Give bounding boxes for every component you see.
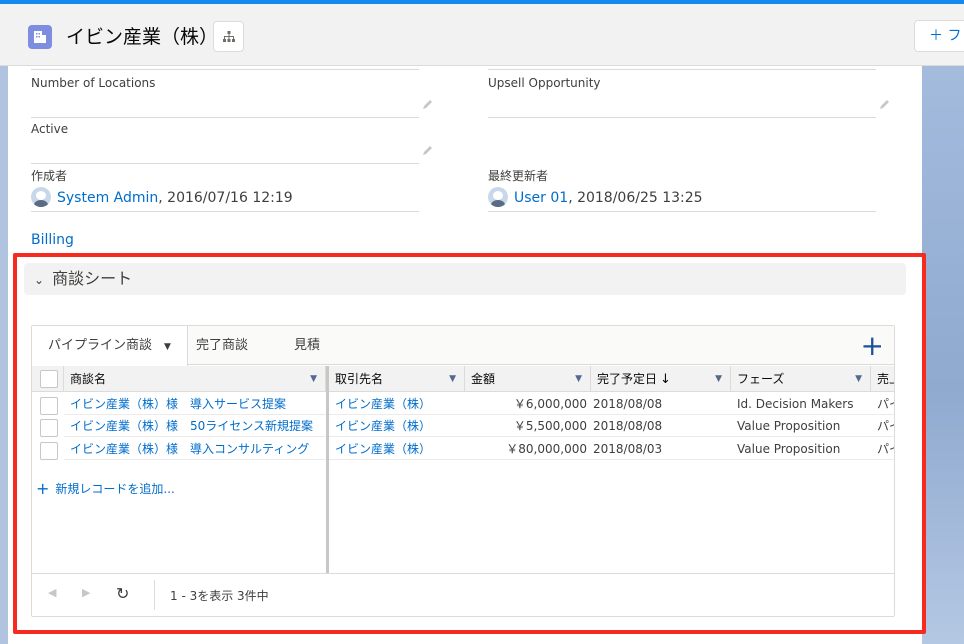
column-header-close-date[interactable]: 完了予定日 ↓ ▼ xyxy=(591,366,731,392)
divider xyxy=(488,69,876,70)
select-all-header xyxy=(32,366,64,392)
tab-label: パイプライン商談 xyxy=(48,338,153,353)
column-label: 完了予定日 xyxy=(597,372,658,386)
chevron-down-icon: ⌄ xyxy=(34,273,45,287)
pager-status: 1 - 3を表示 3件中 xyxy=(170,589,269,603)
account-name-link[interactable]: イビン産業（株） xyxy=(329,438,465,460)
data-table: 商談名 ▼ 取引先名 ▼ 金額 ▼ 完了予定日↓ ▼ フェーズ ▼ 売上 イビン産業（株）… xyxy=(32,366,894,573)
extra-cell: パイ xyxy=(871,438,894,460)
stage-cell: Value Proposition xyxy=(731,438,871,460)
account-name-link[interactable]: イビン産業（株） xyxy=(329,415,465,437)
section-header[interactable]: ⌄ 商談シート xyxy=(24,263,906,295)
column-header-name[interactable]: 商談名 ▼ xyxy=(64,366,326,392)
field-value xyxy=(31,92,432,118)
column-header-account[interactable]: 取引先名 ▼ xyxy=(329,366,465,392)
field-created-by: 作成者 System Admin, 2016/07/16 12:19 xyxy=(31,167,419,212)
add-record-link[interactable]: + 新規レコードを追加... xyxy=(36,479,175,498)
record-detail-card: Number of Locations Upsell Opportunity A… xyxy=(8,66,922,644)
stage-cell: Value Proposition xyxy=(731,415,871,437)
sort-arrow-icon[interactable]: ▼ xyxy=(575,366,582,391)
frozen-column-divider[interactable] xyxy=(326,366,329,573)
column-header-stage[interactable]: フェーズ ▼ xyxy=(731,366,871,392)
amount-cell: ￥5,500,000 xyxy=(465,415,591,437)
opportunity-name-link[interactable]: イビン産業（株）様 導入サービス提案 xyxy=(64,393,326,415)
tab-label: 完了商談 xyxy=(196,338,249,353)
modified-datetime: , 2018/06/25 13:25 xyxy=(568,190,703,206)
field-label: Upsell Opportunity xyxy=(488,76,601,90)
field-upsell-opportunity: Upsell Opportunity xyxy=(488,76,889,118)
prev-icon[interactable]: ◀ xyxy=(48,586,56,599)
field-label: 最終更新者 xyxy=(488,169,549,183)
pencil-icon[interactable] xyxy=(421,145,433,157)
account-name-link[interactable]: イビン産業（株） xyxy=(329,393,465,415)
plus-icon[interactable]: + xyxy=(861,332,884,360)
opportunity-name-link[interactable]: イビン産業（株）様 50ライセンス新規提案 xyxy=(64,415,326,437)
extra-cell: パイ xyxy=(871,415,894,437)
billing-section-link[interactable]: Billing xyxy=(31,232,74,248)
sort-direction-icon: ↓ xyxy=(660,372,671,387)
hierarchy-button[interactable] xyxy=(213,21,244,52)
field-label: Number of Locations xyxy=(31,76,156,90)
sort-arrow-icon[interactable]: ▼ xyxy=(310,366,317,391)
plus-icon: + xyxy=(36,479,50,498)
column-label: 金額 xyxy=(471,372,496,386)
field-value: User 01, 2018/06/25 13:25 xyxy=(488,186,876,212)
column-header-amount[interactable]: 金額 ▼ xyxy=(465,366,591,392)
pencil-icon[interactable] xyxy=(421,99,433,111)
sort-arrow-icon[interactable]: ▼ xyxy=(855,366,862,391)
field-value xyxy=(488,92,889,118)
column-label: 取引先名 xyxy=(335,372,384,386)
avatar xyxy=(488,187,508,207)
related-list-tabs: パイプライン商談 ▼ 完了商談 見積 + 商談名 ▼ 取引先名 ▼ 金額 ▼ 完了予定日… xyxy=(31,325,895,617)
follow-button[interactable]: ＋ フ xyxy=(914,20,964,52)
close-date-cell: 2018/08/03 xyxy=(591,438,731,460)
pencil-icon[interactable] xyxy=(878,99,890,111)
tab-label: 見積 xyxy=(294,338,321,353)
field-last-modified-by: 最終更新者 User 01, 2018/06/25 13:25 xyxy=(488,167,876,212)
section-title: 商談シート xyxy=(52,269,133,288)
page-title: イビン産業（株） xyxy=(66,26,219,48)
row-checkbox[interactable] xyxy=(40,419,58,437)
tab-pipeline[interactable]: パイプライン商談 ▼ xyxy=(32,326,188,366)
created-by-user-link[interactable]: System Admin xyxy=(57,190,158,206)
sort-arrow-icon[interactable]: ▼ xyxy=(715,366,722,391)
column-label: 売上 xyxy=(877,372,894,386)
column-label: 商談名 xyxy=(70,372,107,386)
opportunity-name-link[interactable]: イビン産業（株）様 導入コンサルティング xyxy=(64,438,326,460)
column-header-extra[interactable]: 売上 xyxy=(871,366,894,392)
created-datetime: , 2016/07/16 12:19 xyxy=(158,190,293,206)
row-checkbox[interactable] xyxy=(40,397,58,415)
modified-by-user-link[interactable]: User 01 xyxy=(514,190,568,206)
record-header: イビン産業（株） ＋ フ xyxy=(0,4,964,66)
amount-cell: ￥6,000,000 xyxy=(465,393,591,415)
pagination-bar: ◀ ▶ ↻ 1 - 3を表示 3件中 xyxy=(32,573,894,616)
column-label: フェーズ xyxy=(737,372,785,386)
sort-arrow-icon[interactable]: ▼ xyxy=(449,366,456,391)
amount-cell: ￥80,000,000 xyxy=(465,438,591,460)
avatar xyxy=(31,187,51,207)
close-date-cell: 2018/08/08 xyxy=(591,393,731,415)
tab-closed[interactable]: 完了商談 xyxy=(180,326,264,365)
add-record-label: 新規レコードを追加... xyxy=(55,482,175,496)
divider xyxy=(154,580,155,610)
next-icon[interactable]: ▶ xyxy=(82,586,90,599)
chevron-down-icon[interactable]: ▼ xyxy=(164,342,171,352)
select-all-checkbox[interactable] xyxy=(40,370,58,388)
stage-cell: Id. Decision Makers xyxy=(731,393,871,415)
close-date-cell: 2018/08/08 xyxy=(591,415,731,437)
field-value: System Admin, 2016/07/16 12:19 xyxy=(31,186,419,212)
refresh-icon[interactable]: ↻ xyxy=(116,584,129,603)
field-value xyxy=(31,138,432,164)
tab-quotes[interactable]: 見積 xyxy=(278,326,336,365)
field-active: Active xyxy=(31,122,432,164)
hierarchy-icon xyxy=(222,31,235,42)
field-label: Active xyxy=(31,122,69,136)
field-label: 作成者 xyxy=(31,169,68,183)
row-checkbox[interactable] xyxy=(40,442,58,460)
field-number-of-locations: Number of Locations xyxy=(31,76,432,118)
record-icon xyxy=(28,25,52,49)
extra-cell: パイ xyxy=(871,393,894,415)
divider xyxy=(31,69,419,70)
tab-bar: パイプライン商談 ▼ 完了商談 見積 + xyxy=(32,326,894,366)
